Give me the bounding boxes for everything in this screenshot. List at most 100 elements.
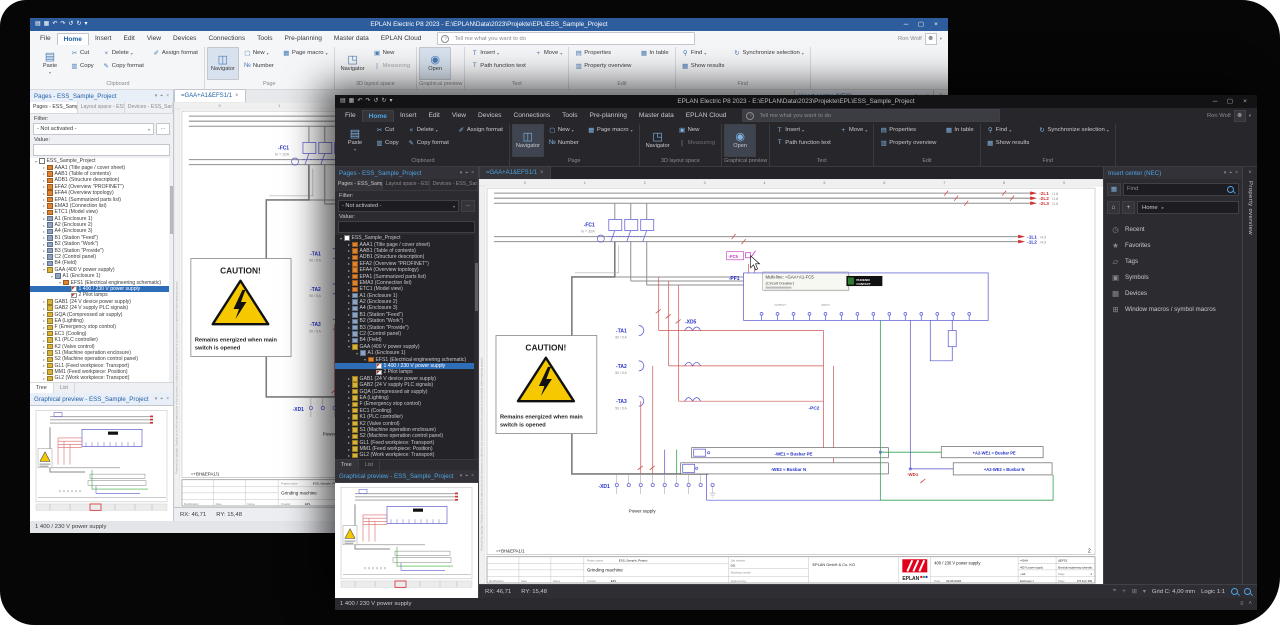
dock-arrow-icon[interactable]: ▾ [1224, 170, 1227, 176]
qat-icon[interactable]: ↻ [381, 95, 386, 108]
path-function-text-button[interactable]: TPath function text [772, 137, 835, 150]
user-account[interactable]: Ron Wolf☻▾ [898, 33, 942, 45]
panel-tab-0[interactable]: Pages - ESS_Sample_P... [335, 179, 383, 190]
page-macro-button[interactable]: ▦Page macro▾ [279, 47, 332, 60]
insert-button[interactable]: TInsert▾ [772, 124, 835, 137]
ribbon-tab-devices[interactable]: Devices [472, 110, 507, 121]
new-button[interactable]: ▢New▾ [545, 124, 583, 137]
ribbon-tab-file[interactable]: File [339, 110, 362, 121]
status-icon[interactable]: ˄ [1248, 601, 1252, 607]
home-icon[interactable]: ⌂ [1107, 201, 1120, 214]
synchronize-selection-button[interactable]: ↻Synchronize selection▾ [729, 47, 807, 60]
eplan-window-foreground[interactable]: ▤▦↶↷↺↻▾EPLAN Electric P8 2023 - E:\EPLAN… [335, 95, 1257, 610]
qat-icon[interactable]: ▾ [389, 95, 392, 108]
paste-button[interactable]: ▤Paste▾ [34, 47, 66, 80]
new-button[interactable]: ▣New [675, 124, 720, 137]
qat-icon[interactable]: ▾ [84, 18, 87, 31]
cut-button[interactable]: ✂Cut [67, 47, 98, 60]
window-close-button[interactable]: × [929, 18, 943, 31]
qat-icon[interactable]: ▤ [35, 18, 41, 31]
status-icon[interactable]: ≡ [1240, 601, 1244, 607]
find-input[interactable] [1124, 186, 1227, 192]
qat-icon[interactable]: ↷ [60, 18, 65, 31]
filter-dropdown[interactable]: - Not activated -▾ [33, 123, 154, 135]
schematic-canvas[interactable]: 01 23 45 67 89 Protected by copyright. P… [479, 179, 1103, 584]
navigator-button[interactable]: ◳Navigator [337, 47, 369, 80]
window-minimize-button[interactable]: ─ [1208, 95, 1222, 108]
panel-tab-0[interactable]: Pages - ESS_Sample_P... [30, 102, 78, 113]
ribbon-tab-view[interactable]: View [141, 33, 167, 44]
property-overview-button[interactable]: ▥Property overview [571, 60, 635, 73]
close-icon[interactable]: × [540, 170, 544, 176]
busbar-a2we1[interactable]: +A2-WE1 ≈ Busbar PE [941, 447, 1043, 458]
ribbon-tab-file[interactable]: File [34, 33, 57, 44]
dock-arrow-icon[interactable]: ▾ [460, 473, 463, 479]
tab-tree[interactable]: Tree [30, 383, 54, 393]
qat-icon[interactable]: ▤ [340, 95, 346, 108]
ribbon-tab-pre-planning[interactable]: Pre-planning [584, 110, 633, 121]
zoom-out-icon[interactable] [1244, 588, 1251, 595]
find-button[interactable]: ⚲Find▾ [678, 47, 729, 60]
pin-icon[interactable]: ⌖ [160, 93, 163, 99]
user-account[interactable]: Ron Wolf☻▾ [1207, 110, 1251, 122]
move-button[interactable]: +Move▾ [836, 124, 871, 137]
delete-button[interactable]: ×Delete▾ [404, 124, 453, 137]
property-overview-button[interactable]: ▥Property overview [876, 137, 940, 150]
logic-scale[interactable]: Logic 1:1 [1201, 589, 1225, 595]
status-icon[interactable]: ▾ [1143, 588, 1146, 595]
close-icon[interactable]: × [166, 396, 169, 402]
open-button[interactable]: ◉Open [419, 47, 451, 80]
panel-tab-2[interactable]: Devices - ESS_Sample_... [430, 179, 478, 190]
scrollbar-thumb[interactable] [475, 263, 478, 311]
tellme-search[interactable]: ? [742, 109, 1000, 122]
ribbon-tab-connections[interactable]: Connections [202, 33, 251, 44]
copy-format-button[interactable]: ✎Copy format [99, 60, 148, 73]
open-button[interactable]: ◉Open [724, 124, 756, 157]
ribbon-tab-insert[interactable]: Insert [89, 33, 118, 44]
insert-button[interactable]: TInsert▾ [467, 47, 530, 60]
new-button[interactable]: ▢New▾ [240, 47, 278, 60]
value-input[interactable] [33, 144, 170, 156]
tellme-search[interactable]: ? [437, 32, 695, 45]
panel-tab-2[interactable]: Devices - ESS_Sample_... [125, 102, 173, 113]
close-icon[interactable]: × [471, 473, 474, 479]
ribbon-tab-edit[interactable]: Edit [422, 110, 445, 121]
move-button[interactable]: +Move▾ [531, 47, 566, 60]
ribbon-tab-master-data[interactable]: Master data [328, 33, 375, 44]
assign-format-button[interactable]: ✐Assign format [454, 124, 507, 137]
path-function-text-button[interactable]: TPath function text [467, 60, 530, 73]
in-table-button[interactable]: ▦In table [636, 47, 672, 60]
qat-icon[interactable]: ↷ [365, 95, 370, 108]
status-icon[interactable]: ⌖ [1113, 588, 1116, 595]
pin-icon[interactable]: ⌖ [1229, 170, 1232, 176]
filter-more-button[interactable]: … [461, 200, 475, 212]
insert-item-window-macros-symbol-macros[interactable]: ⊞Window macros / symbol macros [1104, 301, 1242, 317]
copy-format-button[interactable]: ✎Copy format [404, 137, 453, 150]
property-overview-tab[interactable]: Property overview [1247, 181, 1253, 235]
pin-icon[interactable]: ⌖ [160, 396, 163, 402]
close-icon[interactable]: × [471, 170, 474, 176]
paste-button[interactable]: ▤Paste▾ [339, 124, 371, 157]
ribbon-tab-edit[interactable]: Edit [117, 33, 140, 44]
ribbon-tab-eplan-cloud[interactable]: EPLAN Cloud [375, 33, 428, 44]
status-icon[interactable]: ⊞ [1132, 588, 1137, 595]
insert-item-devices[interactable]: ▦Devices [1104, 285, 1242, 301]
new-button[interactable]: ▣New [370, 47, 415, 60]
tab-tree[interactable]: Tree [335, 460, 359, 470]
preview-thumbnail[interactable] [335, 483, 478, 598]
cut-button[interactable]: ✂Cut [372, 124, 403, 137]
window-minimize-button[interactable]: ─ [899, 18, 913, 31]
number-button[interactable]: №Number [545, 137, 583, 150]
delete-button[interactable]: ×Delete▾ [99, 47, 148, 60]
qat-icon[interactable]: ▦ [349, 95, 355, 108]
ribbon-tab-pre-planning[interactable]: Pre-planning [279, 33, 328, 44]
show-results-button[interactable]: ▦Show results [983, 137, 1034, 150]
filter-more-button[interactable]: … [156, 123, 170, 135]
tellme-input[interactable] [757, 112, 996, 120]
preview-thumbnail[interactable] [30, 406, 173, 521]
grid-setting[interactable]: Grid C: 4,00 mm [1152, 589, 1195, 595]
copy-button[interactable]: ▥Copy [67, 60, 98, 73]
ribbon-tab-home[interactable]: Home [57, 33, 89, 45]
pin-icon[interactable]: ⌖ [465, 170, 468, 176]
ribbon-tab-master-data[interactable]: Master data [633, 110, 680, 121]
